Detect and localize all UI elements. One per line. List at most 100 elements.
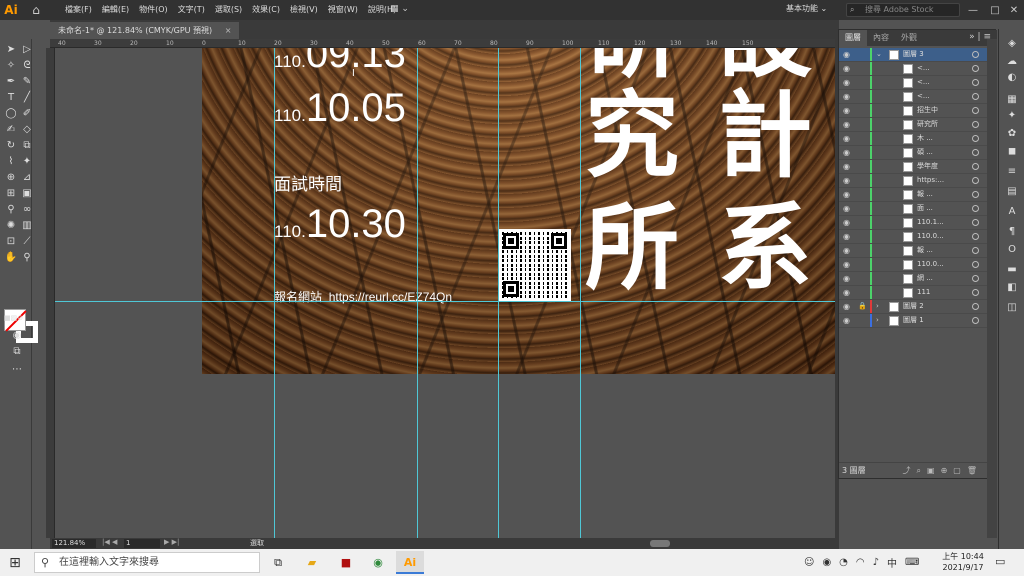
keyboard-icon[interactable]: ⌨: [905, 557, 919, 568]
page-nav-next-icon[interactable]: ▶ ▶|: [164, 538, 179, 546]
magic-wand-icon[interactable]: ✧: [4, 59, 18, 73]
expand-arrow-icon[interactable]: ⌄: [876, 48, 882, 61]
visibility-eye-icon[interactable]: ◉: [843, 90, 853, 103]
guide-line[interactable]: [498, 48, 499, 538]
layer-row[interactable]: ◉ 報 ...: [839, 244, 997, 258]
layer-row[interactable]: ◉ 招生中: [839, 104, 997, 118]
menu-window[interactable]: 視窗(W): [323, 0, 363, 20]
target-circle-icon[interactable]: [972, 135, 979, 142]
title-char[interactable]: 研: [585, 48, 679, 84]
target-circle-icon[interactable]: [972, 93, 979, 100]
layer-row[interactable]: ◉ <...: [839, 76, 997, 90]
direct-selection-tool-icon[interactable]: ▷: [20, 43, 34, 57]
rotate-tool-icon[interactable]: ↻: [4, 139, 18, 153]
menu-view[interactable]: 檢視(V): [285, 0, 323, 20]
lasso-icon[interactable]: ᘓ: [20, 59, 34, 73]
menu-edit[interactable]: 編輯(E): [97, 0, 134, 20]
visibility-eye-icon[interactable]: ◉: [843, 48, 853, 61]
chrome-icon[interactable]: ◉: [364, 551, 392, 574]
scroll-thumb[interactable]: [650, 540, 670, 547]
minimize-button[interactable]: —: [962, 0, 984, 20]
layer-row[interactable]: ◉ 110.0...: [839, 230, 997, 244]
people-icon[interactable]: ☺: [804, 557, 814, 568]
line-tool-icon[interactable]: ╱: [20, 91, 34, 105]
visibility-eye-icon[interactable]: ◉: [843, 314, 853, 327]
date-start[interactable]: 110.09.13: [274, 48, 406, 77]
brushes-icon[interactable]: ✦: [1005, 109, 1019, 123]
puppet-warp-icon[interactable]: ✦: [20, 155, 34, 169]
visibility-eye-icon[interactable]: ◉: [843, 286, 853, 299]
guide-line[interactable]: [580, 48, 581, 538]
signup-line[interactable]: 報名網站 https://reurl.cc/EZ74Qn: [274, 288, 452, 305]
scale-tool-icon[interactable]: ⧉: [20, 139, 34, 153]
close-tab-icon[interactable]: ×: [225, 26, 232, 35]
visibility-eye-icon[interactable]: ◉: [843, 62, 853, 75]
paintbrush-icon[interactable]: ✐: [20, 107, 34, 121]
hand-tool-icon[interactable]: ✋: [4, 251, 18, 265]
lock-icon[interactable]: 🔒: [858, 300, 867, 313]
graphic-styles-icon[interactable]: ◼: [1005, 145, 1019, 159]
perspective-grid-icon[interactable]: ⊿: [20, 171, 34, 185]
color-icon[interactable]: ◐: [1005, 71, 1019, 85]
guide-line[interactable]: [417, 48, 418, 538]
network-icon[interactable]: ◔: [839, 557, 848, 568]
layers-dock-icon[interactable]: ◈: [1005, 37, 1019, 51]
exam-label[interactable]: 面試時間: [274, 170, 342, 195]
artboard[interactable]: 110.09.13 I 110.10.05 面試時間 110.10.30 報名網…: [202, 48, 835, 374]
expand-arrow-icon[interactable]: ›: [876, 300, 879, 313]
vertical-ruler[interactable]: [46, 48, 55, 538]
swatches-icon[interactable]: ▦: [1005, 93, 1019, 107]
visibility-eye-icon[interactable]: ◉: [843, 272, 853, 285]
screen-mode-icon[interactable]: ⧉: [10, 345, 24, 359]
qr-code[interactable]: [499, 229, 571, 301]
warp-tool-icon[interactable]: ⌇: [4, 155, 18, 169]
graph-tool-icon[interactable]: ▥: [20, 219, 34, 233]
target-circle-icon[interactable]: [972, 275, 979, 282]
visibility-eye-icon[interactable]: ◉: [843, 132, 853, 145]
layer-row[interactable]: ◉ 學年度: [839, 160, 997, 174]
windows-start-icon[interactable]: ⊞: [6, 554, 24, 572]
app-red-icon[interactable]: ■: [332, 551, 360, 574]
menu-file[interactable]: 檔案(F): [60, 0, 97, 20]
target-circle-icon[interactable]: [972, 149, 979, 156]
eraser-icon[interactable]: ◇: [20, 123, 34, 137]
symbols-icon[interactable]: ✿: [1005, 127, 1019, 141]
ellipse-tool-icon[interactable]: ◯: [4, 107, 18, 121]
tab-properties[interactable]: 內容: [867, 30, 895, 46]
target-circle-icon[interactable]: [972, 65, 979, 72]
layer-row[interactable]: ◉ 111: [839, 286, 997, 300]
taskbar-search-input[interactable]: ⚲ 在這裡輸入文字來搜尋: [34, 552, 260, 573]
zoom-field[interactable]: 121.84%: [52, 539, 96, 548]
visibility-eye-icon[interactable]: ◉: [843, 202, 853, 215]
illustrator-icon[interactable]: Ai: [396, 551, 424, 574]
target-circle-icon[interactable]: [972, 205, 979, 212]
menu-object[interactable]: 物件(O): [134, 0, 173, 20]
visibility-eye-icon[interactable]: ◉: [843, 76, 853, 89]
mesh-tool-icon[interactable]: ⊞: [4, 187, 18, 201]
file-explorer-icon[interactable]: ▰: [298, 551, 326, 574]
horizontal-ruler[interactable]: 40 30 20 10 0 10 20 30 40 50 60 70 80 90…: [50, 39, 835, 48]
layer-row[interactable]: ◉ <...: [839, 62, 997, 76]
zoom-tool-icon[interactable]: ⚲: [20, 251, 34, 265]
home-icon[interactable]: ⌂: [26, 0, 46, 20]
layer-row[interactable]: ◉ ⌄ 圖層 3: [839, 48, 997, 62]
transform-icon[interactable]: ◫: [1005, 301, 1019, 315]
close-window-button[interactable]: ✕: [1003, 0, 1024, 20]
layer-row[interactable]: ◉ 🔒 › 圖層 2: [839, 300, 997, 314]
tab-appearance[interactable]: 外觀: [895, 30, 923, 46]
page-field[interactable]: 1: [124, 539, 160, 548]
target-circle-icon[interactable]: [972, 233, 979, 240]
canvas-area[interactable]: 110.09.13 I 110.10.05 面試時間 110.10.30 報名網…: [55, 48, 835, 538]
expand-arrow-icon[interactable]: ›: [876, 314, 879, 327]
menu-effect[interactable]: 效果(C): [247, 0, 285, 20]
stroke-icon[interactable]: ≡: [1005, 165, 1019, 179]
collapse-icon[interactable]: »: [969, 32, 975, 42]
visibility-eye-icon[interactable]: ◉: [843, 216, 853, 229]
draw-mode-icon[interactable]: ◉: [10, 329, 24, 343]
guide-line[interactable]: [274, 48, 275, 538]
layer-row[interactable]: ◉ 碩 ...: [839, 146, 997, 160]
target-circle-icon[interactable]: [972, 51, 979, 58]
blend-tool-icon[interactable]: ∞: [20, 203, 34, 217]
visibility-eye-icon[interactable]: ◉: [843, 230, 853, 243]
workspace-switcher[interactable]: 基本功能 ⌄: [786, 3, 827, 14]
